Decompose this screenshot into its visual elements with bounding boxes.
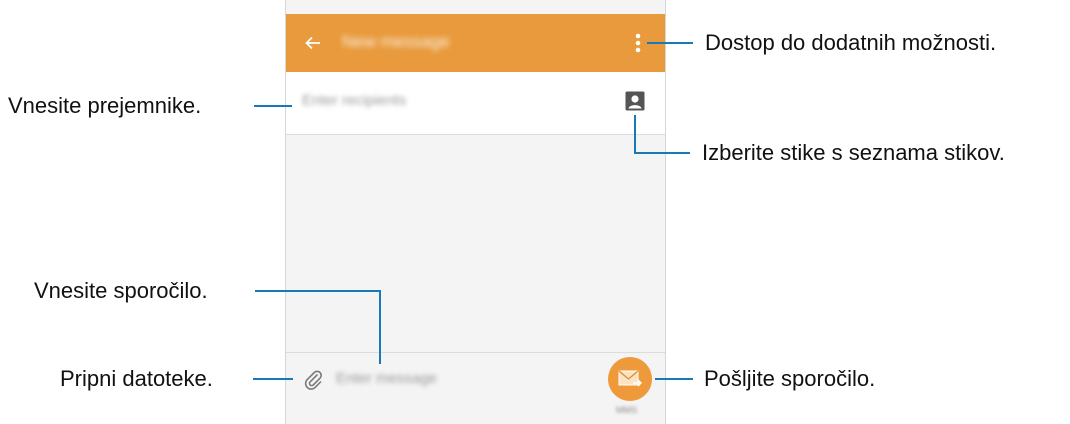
contact-icon[interactable]	[625, 91, 645, 111]
send-caption: MMS	[616, 405, 637, 415]
callout-line-more	[647, 42, 693, 44]
recipient-row: Enter recipients	[286, 72, 665, 135]
callout-select-contacts: Izberite stike s seznama stikov.	[702, 140, 1005, 165]
callout-line-attach	[253, 378, 293, 380]
app-bar-title: New message	[342, 32, 450, 51]
callout-line-recipients	[254, 105, 292, 107]
message-list-area	[286, 136, 665, 352]
callout-send-message: Pošljite sporočilo.	[704, 366, 876, 391]
send-button[interactable]	[608, 357, 652, 401]
paperclip-icon[interactable]	[302, 369, 324, 391]
callout-enter-recipients: Vnesite prejemnike.	[8, 93, 202, 118]
arrow-left-icon[interactable]	[303, 33, 323, 53]
more-vertical-icon[interactable]	[633, 31, 643, 55]
callout-line-contacts-h	[634, 152, 690, 154]
callout-line-contacts-v	[634, 115, 636, 153]
compose-bar: Enter message MMS	[286, 352, 665, 424]
callout-more-options: Dostop do dodatnih možnosti.	[705, 30, 997, 55]
message-input[interactable]: Enter message	[336, 370, 437, 387]
callout-attach-files: Pripni datoteke.	[60, 366, 213, 391]
send-mail-icon	[618, 370, 642, 387]
callout-line-send	[655, 378, 693, 380]
callout-line-message-v	[379, 290, 381, 364]
app-bar: New message	[286, 14, 665, 72]
recipient-input[interactable]: Enter recipients	[302, 92, 406, 109]
phone-screen: New message Enter recipients Enter messa…	[285, 0, 666, 424]
callout-enter-message: Vnesite sporočilo.	[34, 278, 208, 303]
callout-line-message-h	[255, 290, 381, 292]
